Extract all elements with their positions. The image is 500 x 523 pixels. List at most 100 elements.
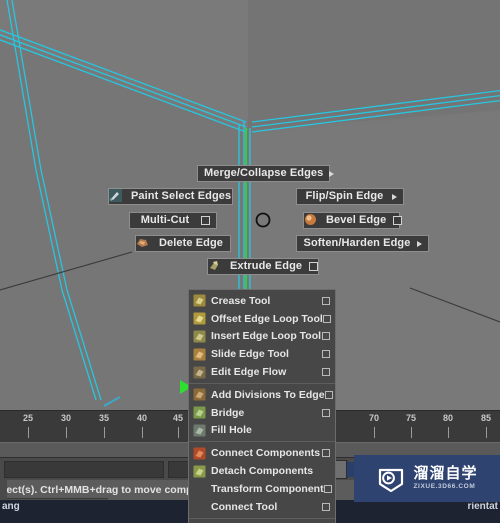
timeline-tick-mark [486, 427, 487, 438]
menu-item-edit-edge-flow[interactable]: Edit Edge Flow [189, 363, 335, 381]
menu-item-connect-components[interactable]: Connect Components [189, 444, 335, 462]
edge-flow-icon [193, 366, 206, 379]
extrude-edge-option-box[interactable] [309, 262, 319, 271]
connect-icon [193, 447, 206, 460]
menu-item-slide-edge-tool[interactable]: Slide Edge Tool [189, 345, 335, 363]
timeline-tick-label: 25 [22, 413, 34, 423]
timeline-tick-mark [142, 427, 143, 438]
label: Soften/Harden Edge [303, 237, 411, 249]
paint-brush-icon [109, 189, 128, 203]
marking-menu-item-flip-spin-edge[interactable]: Flip/Spin Edge [296, 188, 404, 205]
multi-cut-option-box[interactable] [201, 216, 210, 225]
timeline-tick-label: 40 [136, 413, 148, 423]
menu-separator [189, 441, 335, 443]
menu-item-label: Detach Components [211, 465, 314, 478]
menu-separator [189, 517, 335, 519]
transform-component-option-box[interactable] [323, 484, 332, 493]
bevel-edge-option-box[interactable] [393, 216, 403, 225]
crease-tool-option-box[interactable] [322, 296, 330, 305]
menu-item-label: Bridge [211, 406, 245, 419]
menu-item-label: Insert Edge Loop Tool [211, 330, 322, 343]
timeline-tick-label: 80 [442, 413, 454, 423]
delete-edge-icon [137, 237, 155, 250]
label: Extrude Edge [230, 260, 303, 272]
label: Delete Edge [158, 237, 224, 249]
play-logo-icon [376, 464, 406, 494]
timeline-tick-label: 85 [480, 413, 492, 423]
crease-icon [193, 294, 206, 307]
timeline-tick-label: 75 [405, 413, 417, 423]
maya-window: Merge/Collapse Edges Paint Select Edges … [0, 0, 500, 523]
watermark: 溜溜自学 ZIXUE.3D66.COM [354, 455, 500, 502]
marking-menu-item-paint-select-edges[interactable]: Paint Select Edges [108, 188, 233, 205]
menu-item-label: Offset Edge Loop Tool [211, 312, 323, 325]
timeline-tick-mark [66, 427, 67, 438]
offset-loop-icon [193, 312, 206, 325]
edit-edge-flow-option-box[interactable] [322, 368, 330, 377]
marking-menu-item-bevel-edge[interactable]: Bevel Edge [303, 212, 403, 229]
menu-item-detach-components[interactable]: Detach Components [189, 462, 335, 480]
timeline-tick-label: 30 [60, 413, 72, 423]
watermark-cn: 溜溜自学 [413, 465, 478, 483]
bridge-icon [193, 406, 206, 419]
detach-icon [193, 465, 206, 478]
menu-item-label: Connect Components [211, 447, 321, 460]
timeline-tick-mark [448, 427, 449, 438]
menu-item-insert-edge-loop-tool[interactable]: Insert Edge Loop Tool [189, 328, 335, 346]
marking-menu-item-extrude-edge[interactable]: Extrude Edge [207, 258, 319, 275]
slide-edge-tool-option-box[interactable] [322, 350, 330, 359]
timeline-tick-mark [104, 427, 105, 438]
extrude-icon [210, 260, 227, 273]
menu-item-label: Connect Tool [211, 500, 278, 513]
connect-components-option-box[interactable] [322, 449, 330, 458]
menu-item-add-divisions-to-edge[interactable]: Add Divisions To Edge [189, 386, 335, 404]
fill-hole-icon [193, 424, 206, 437]
menu-item-offset-edge-loop-tool[interactable]: Offset Edge Loop Tool [189, 310, 335, 328]
edge-context-menu[interactable]: Crease Tool Offset Edge Loop Tool Insert E… [188, 289, 336, 523]
timeline-tick-label: 35 [98, 413, 110, 423]
command-input-left[interactable] [4, 460, 164, 478]
watermark-text: 溜溜自学 ZIXUE.3D66.COM [413, 466, 477, 491]
label: Merge/Collapse Edges [204, 167, 324, 179]
marking-menu-item-multi-cut[interactable]: Multi-Cut [129, 212, 217, 229]
timeline-tick-mark [178, 427, 179, 438]
menu-item-fill-hole[interactable]: Fill Hole [189, 422, 335, 440]
marking-menu-item-soften-harden-edge[interactable]: Soften/Harden Edge [296, 235, 429, 252]
menu-item-bridge[interactable]: Bridge [189, 404, 335, 422]
timeline-tick-mark [374, 427, 375, 438]
bottom-left-text: ang [2, 501, 20, 512]
label: Flip/Spin Edge [305, 190, 384, 202]
marking-menu-item-delete-edge[interactable]: Delete Edge [135, 235, 231, 252]
menu-item-label: Transform Component [211, 482, 324, 495]
bottom-right-text: rientat [467, 501, 498, 512]
menu-item-transform-component[interactable]: Transform Component [189, 480, 335, 498]
label: Multi-Cut [140, 214, 190, 226]
menu-item-connect-tool[interactable]: Connect Tool [189, 498, 335, 516]
chevron-right-icon [417, 240, 422, 247]
offset-edge-loop-tool-option-box[interactable] [322, 314, 331, 323]
menu-item-label: Fill Hole [211, 424, 252, 437]
bevel-icon [305, 214, 323, 227]
timeline-tick-mark [411, 427, 412, 438]
menu-item-label: Edit Edge Flow [211, 366, 287, 379]
timeline-tick-label: 70 [368, 413, 380, 423]
chevron-right-icon [329, 170, 335, 177]
menu-item-label: Crease Tool [211, 294, 271, 307]
menu-separator [189, 382, 335, 384]
no-icon-spacer [193, 500, 206, 513]
menu-item-label: Add Divisions To Edge [211, 388, 325, 401]
watermark-en: ZIXUE.3D66.COM [413, 483, 476, 491]
marking-menu-item-merge-collapse-edges[interactable]: Merge/Collapse Edges [197, 165, 335, 182]
label: Paint Select Edges [131, 190, 232, 202]
slide-edge-icon [193, 348, 206, 361]
bridge-option-box[interactable] [322, 408, 330, 417]
label: Bevel Edge [326, 214, 387, 226]
divisions-icon [193, 388, 206, 401]
insert-loop-icon [193, 330, 206, 343]
insert-edge-loop-tool-option-box[interactable] [322, 332, 330, 341]
menu-item-label: Slide Edge Tool [211, 348, 289, 361]
chevron-right-icon [392, 193, 397, 200]
menu-item-crease-tool[interactable]: Crease Tool [189, 292, 335, 310]
add-divisions-to-edge-option-box[interactable] [324, 390, 333, 399]
connect-tool-option-box[interactable] [322, 502, 330, 511]
